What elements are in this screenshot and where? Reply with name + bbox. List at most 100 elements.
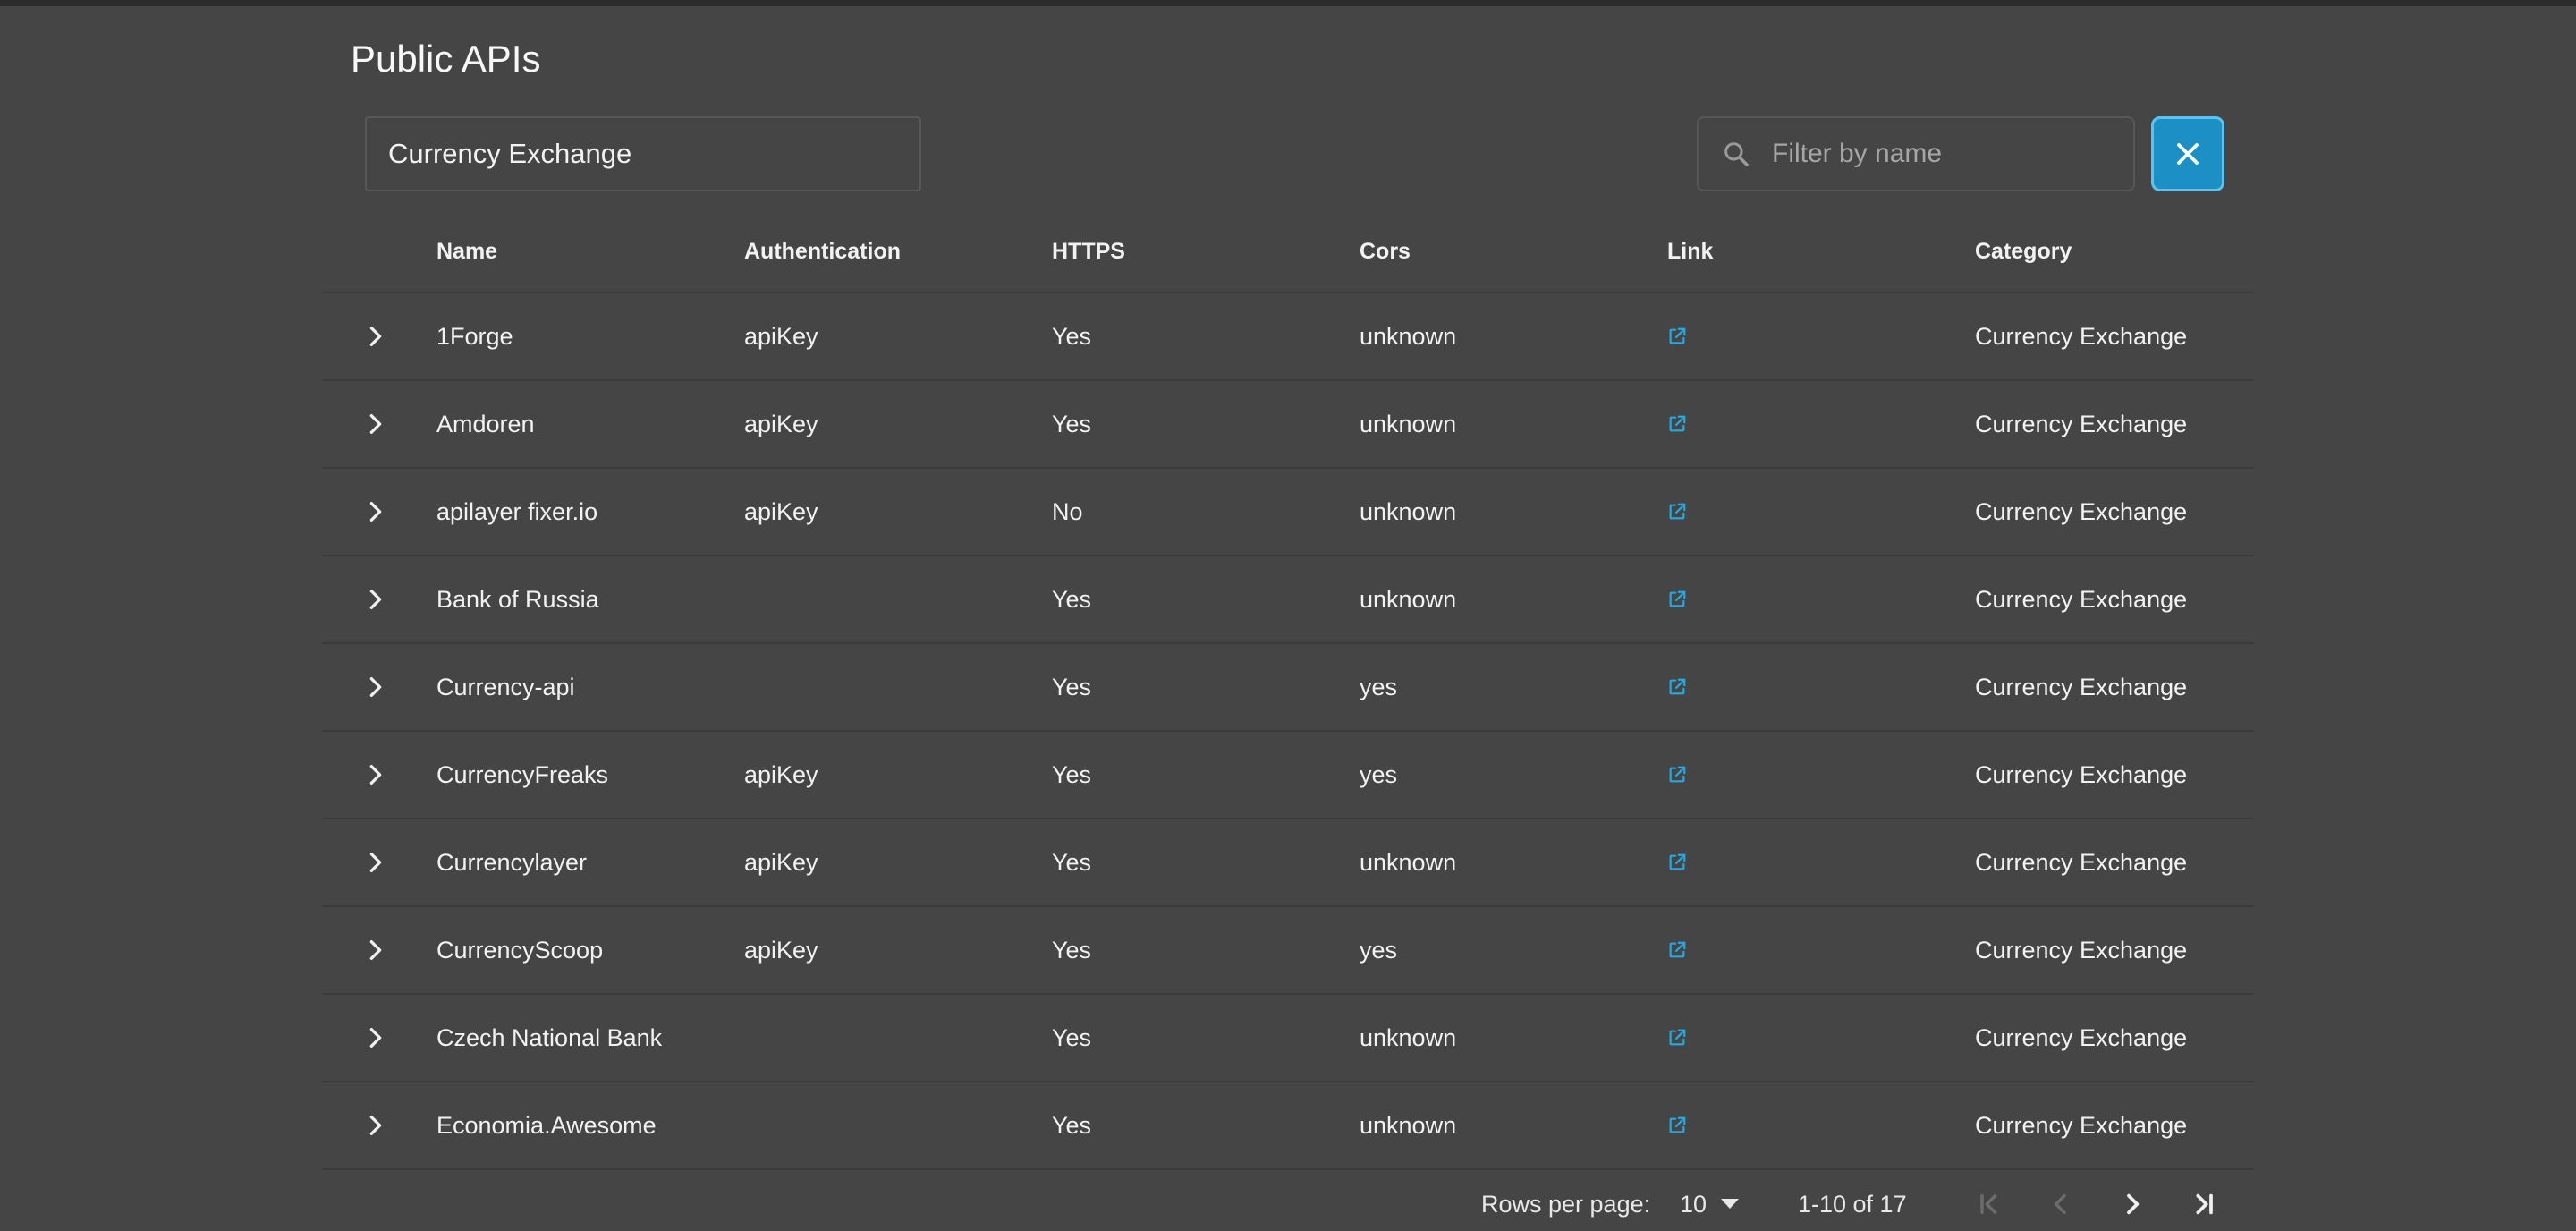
rows-per-page-select[interactable]: 10 xyxy=(1680,1177,1740,1231)
column-header-link[interactable]: Link xyxy=(1667,211,1713,292)
api-https: No xyxy=(1052,497,1083,525)
table-row: CurrencyFreaks apiKey Yes yes Currency E… xyxy=(322,732,2254,819)
api-cors: unknown xyxy=(1360,1111,1457,1139)
rows-per-page-label: Rows per page: xyxy=(1481,1190,1651,1218)
link-cell xyxy=(1667,1082,1687,1168)
external-link-icon[interactable] xyxy=(1667,1028,1687,1048)
table-row: Currency-api Yes yes Currency Exchange xyxy=(322,644,2254,732)
column-header-cors[interactable]: Cors xyxy=(1360,211,1411,292)
table-body: 1Forge apiKey Yes unknown Currency Excha… xyxy=(322,293,2254,1170)
api-category: Currency Exchange xyxy=(1975,760,2188,788)
api-category: Currency Exchange xyxy=(1975,848,2188,876)
expand-row-button[interactable] xyxy=(353,665,398,709)
api-name: Currency-api xyxy=(436,673,575,700)
api-https: Yes xyxy=(1052,760,1092,788)
api-cors: yes xyxy=(1360,673,1398,700)
first-page-button[interactable] xyxy=(1968,1183,2011,1226)
api-https: Yes xyxy=(1052,1111,1092,1139)
api-category: Currency Exchange xyxy=(1975,673,2188,700)
api-https: Yes xyxy=(1052,936,1092,964)
external-link-icon[interactable] xyxy=(1667,590,1687,609)
chevron-right-icon xyxy=(369,590,382,609)
api-https: Yes xyxy=(1052,585,1092,613)
expand-cell xyxy=(349,819,402,905)
api-name: apilayer fixer.io xyxy=(436,497,598,525)
chevron-right-icon xyxy=(2127,1193,2140,1215)
chevron-right-icon xyxy=(369,414,382,434)
expand-cell xyxy=(349,293,402,379)
api-cors: yes xyxy=(1360,936,1398,964)
table-row: CurrencyScoop apiKey Yes yes Currency Ex… xyxy=(322,907,2254,995)
link-cell xyxy=(1667,293,1687,379)
column-header-https[interactable]: HTTPS xyxy=(1052,211,1125,292)
chevron-left-icon xyxy=(2054,1193,2066,1215)
external-link-icon[interactable] xyxy=(1667,502,1687,522)
first-page-icon xyxy=(1980,1193,1997,1215)
last-page-button[interactable] xyxy=(2182,1183,2225,1226)
external-link-icon[interactable] xyxy=(1667,853,1687,872)
api-https: Yes xyxy=(1052,673,1092,700)
chevron-right-icon xyxy=(369,1028,382,1048)
external-link-icon[interactable] xyxy=(1667,327,1687,346)
search-icon xyxy=(1724,142,1749,166)
expand-row-button[interactable] xyxy=(353,489,398,534)
previous-page-button[interactable] xyxy=(2039,1183,2082,1226)
clear-filter-button[interactable] xyxy=(2151,116,2224,191)
link-cell xyxy=(1667,644,1687,730)
api-cors: unknown xyxy=(1360,322,1457,350)
column-header-category[interactable]: Category xyxy=(1975,211,2072,292)
api-cors: unknown xyxy=(1360,410,1457,437)
api-name: CurrencyFreaks xyxy=(436,760,609,788)
search-input[interactable] xyxy=(1770,138,2114,170)
api-https: Yes xyxy=(1052,848,1092,876)
table-row: Bank of Russia Yes unknown Currency Exch… xyxy=(322,556,2254,644)
category-field[interactable]: Currency Exchange xyxy=(365,116,921,191)
page-title: Public APIs xyxy=(351,38,541,80)
external-link-icon[interactable] xyxy=(1667,940,1687,960)
expand-cell xyxy=(349,907,402,993)
external-link-icon[interactable] xyxy=(1667,765,1687,785)
expand-row-button[interactable] xyxy=(353,402,398,446)
expand-row-button[interactable] xyxy=(353,314,398,359)
expand-cell xyxy=(349,732,402,818)
api-name: CurrencyScoop xyxy=(436,936,604,964)
expand-row-button[interactable] xyxy=(353,840,398,885)
api-https: Yes xyxy=(1052,1023,1092,1051)
api-category: Currency Exchange xyxy=(1975,1023,2188,1051)
link-cell xyxy=(1667,907,1687,993)
window-top-bar xyxy=(0,0,2576,6)
column-header-authentication[interactable]: Authentication xyxy=(744,211,901,292)
api-cors: unknown xyxy=(1360,497,1457,525)
search-box[interactable] xyxy=(1697,116,2135,191)
expand-row-button[interactable] xyxy=(353,752,398,797)
api-name: Currencylayer xyxy=(436,848,588,876)
api-category: Currency Exchange xyxy=(1975,936,2188,964)
expand-cell xyxy=(349,644,402,730)
column-header-name[interactable]: Name xyxy=(436,211,497,292)
expand-row-button[interactable] xyxy=(353,577,398,622)
link-cell xyxy=(1667,469,1687,555)
api-category: Currency Exchange xyxy=(1975,497,2188,525)
table-row: apilayer fixer.io apiKey No unknown Curr… xyxy=(322,469,2254,556)
external-link-icon[interactable] xyxy=(1667,677,1687,697)
api-name: Economia.Awesome xyxy=(436,1111,657,1139)
chevron-right-icon xyxy=(369,677,382,697)
link-cell xyxy=(1667,732,1687,818)
next-page-button[interactable] xyxy=(2111,1183,2154,1226)
expand-row-button[interactable] xyxy=(353,1015,398,1060)
external-link-icon[interactable] xyxy=(1667,414,1687,434)
api-authentication: apiKey xyxy=(744,322,818,350)
api-name: Amdoren xyxy=(436,410,535,437)
chevron-right-icon xyxy=(369,327,382,346)
external-link-icon[interactable] xyxy=(1667,1116,1687,1135)
expand-cell xyxy=(349,381,402,467)
chevron-right-icon xyxy=(369,940,382,960)
table-row: Currencylayer apiKey Yes unknown Currenc… xyxy=(322,819,2254,907)
link-cell xyxy=(1667,995,1687,1081)
api-category: Currency Exchange xyxy=(1975,410,2188,437)
api-name: Czech National Bank xyxy=(436,1023,663,1051)
chevron-right-icon xyxy=(369,853,382,872)
expand-row-button[interactable] xyxy=(353,928,398,972)
expand-row-button[interactable] xyxy=(353,1103,398,1148)
table-row: Amdoren apiKey Yes unknown Currency Exch… xyxy=(322,381,2254,469)
